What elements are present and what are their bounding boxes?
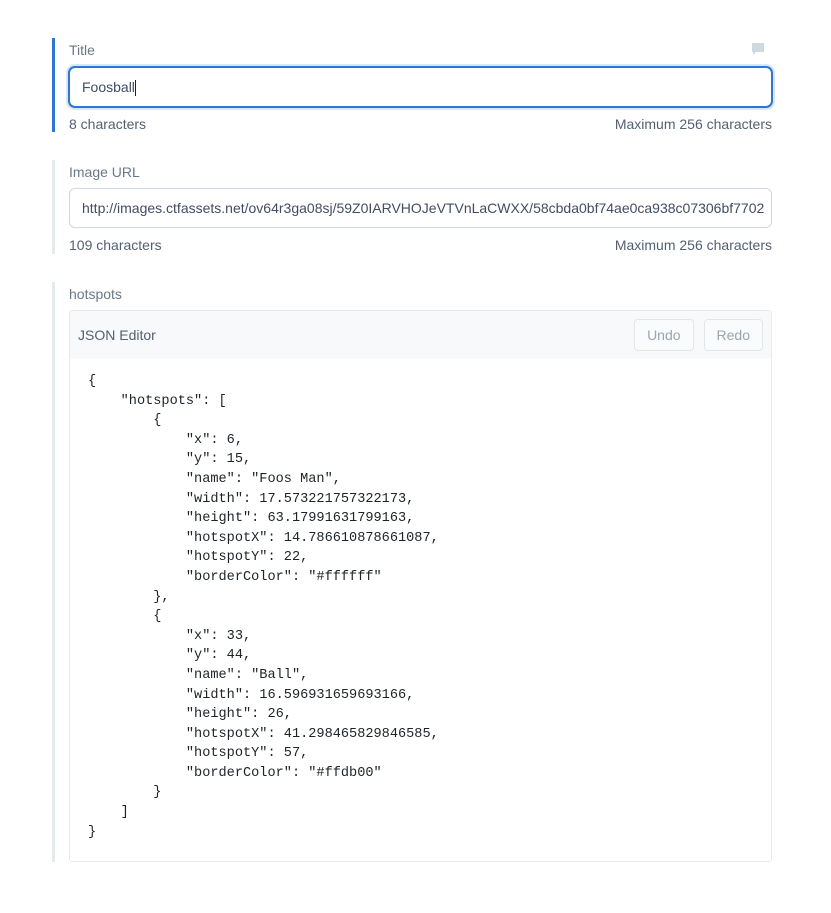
json-editor-toolbar: JSON Editor Undo Redo [70, 311, 771, 359]
comment-icon[interactable] [751, 42, 765, 56]
json-editor-title: JSON Editor [78, 327, 156, 343]
title-meta: 8 characters Maximum 256 characters [69, 116, 772, 132]
title-max-chars: Maximum 256 characters [614, 116, 772, 132]
json-editor-content[interactable]: { "hotspots": [ { "x": 6, "y": 15, "name… [70, 359, 771, 855]
title-char-count: 8 characters [69, 116, 147, 132]
text-caret [134, 80, 136, 97]
title-field: Title Foosball 8 characters Maximum 256 … [52, 38, 772, 132]
redo-button[interactable]: Redo [703, 319, 763, 351]
image-url-char-count: 109 characters [69, 237, 162, 253]
title-label-text: Title [69, 42, 95, 58]
image-url-field: Image URL http://images.ctfassets.net/ov… [52, 160, 772, 254]
title-input[interactable]: Foosball [69, 67, 772, 107]
title-label: Title [69, 38, 772, 62]
image-url-label: Image URL [69, 164, 140, 180]
json-editor-buttons: Undo Redo [634, 319, 763, 351]
image-url-meta: 109 characters Maximum 256 characters [69, 237, 772, 253]
image-url-input-value: http://images.ctfassets.net/ov64r3ga08sj… [82, 200, 765, 216]
undo-button[interactable]: Undo [634, 319, 694, 351]
image-url-max-chars: Maximum 256 characters [614, 237, 772, 253]
field-focus-bar [52, 38, 55, 132]
field-bar [52, 282, 55, 862]
hotspots-field: hotspots JSON Editor Undo Redo { "hotspo… [52, 282, 772, 862]
image-url-input[interactable]: http://images.ctfassets.net/ov64r3ga08sj… [69, 188, 772, 228]
hotspots-label: hotspots [69, 286, 122, 302]
title-input-value: Foosball [82, 79, 135, 95]
field-bar [52, 160, 55, 254]
json-editor: JSON Editor Undo Redo { "hotspots": [ { … [69, 310, 772, 862]
